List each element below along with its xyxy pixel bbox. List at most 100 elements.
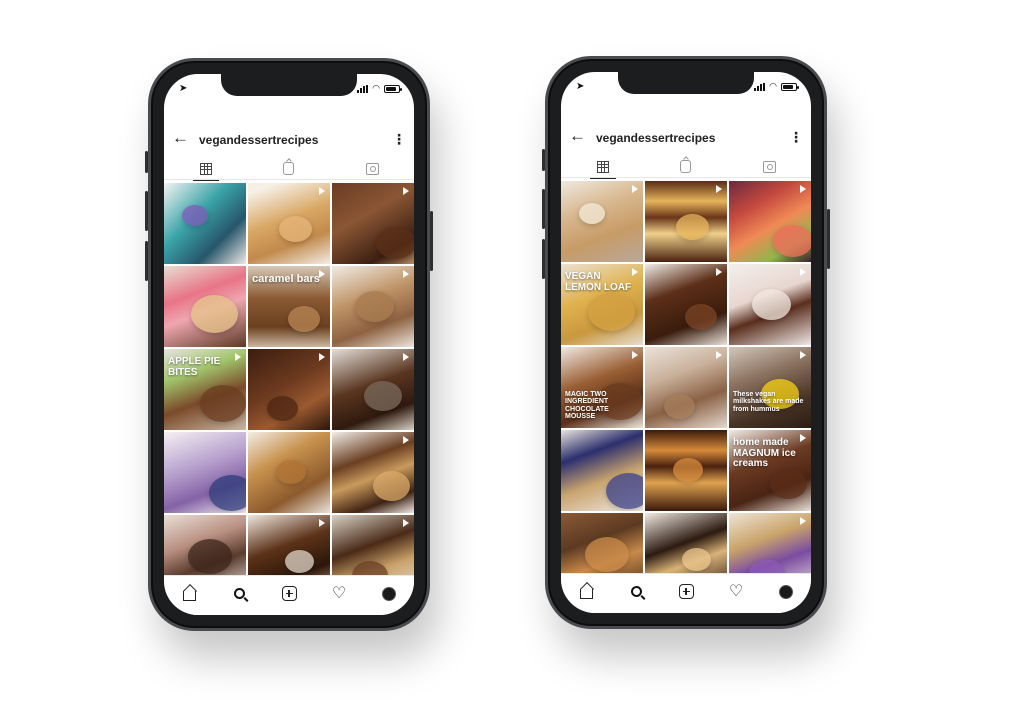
video-play-icon bbox=[319, 270, 325, 278]
video-play-icon bbox=[319, 353, 325, 361]
cellular-signal-icon bbox=[754, 82, 766, 91]
post-thumbnail[interactable]: VEGAN LEMON LOAF bbox=[561, 264, 643, 345]
battery-icon bbox=[384, 84, 402, 93]
more-vertical-icon[interactable]: ⋮ bbox=[392, 130, 406, 148]
video-play-icon bbox=[800, 268, 806, 276]
video-play-icon bbox=[800, 351, 806, 359]
tab-grid[interactable] bbox=[191, 159, 221, 181]
post-thumbnail[interactable]: These vegan milkshakes are made from hum… bbox=[729, 347, 811, 428]
post-thumbnail[interactable] bbox=[645, 181, 727, 262]
wifi-icon: ◠ bbox=[372, 83, 380, 93]
post-image-subject bbox=[267, 396, 298, 421]
phone-volume-up bbox=[145, 191, 148, 231]
post-image-subject bbox=[191, 295, 238, 333]
post-thumbnail[interactable] bbox=[164, 266, 246, 347]
post-thumbnail[interactable] bbox=[332, 432, 414, 513]
phone-mute-switch bbox=[145, 151, 148, 173]
post-image-subject bbox=[770, 469, 807, 499]
tagged-icon bbox=[365, 162, 379, 175]
nav-profile[interactable] bbox=[377, 582, 401, 606]
home-icon bbox=[182, 591, 196, 601]
post-thumbnail[interactable] bbox=[164, 432, 246, 513]
profile-tabs bbox=[561, 156, 811, 179]
post-thumbnail[interactable] bbox=[561, 430, 643, 511]
nav-activity[interactable]: ♡ bbox=[327, 582, 351, 606]
grid-icon bbox=[596, 160, 609, 173]
post-overlay-text: caramel bars bbox=[252, 273, 320, 285]
tab-igtv[interactable] bbox=[671, 157, 701, 177]
nav-activity[interactable]: ♡ bbox=[724, 580, 748, 604]
tagged-icon bbox=[762, 160, 776, 173]
video-play-icon bbox=[403, 270, 409, 278]
post-thumbnail[interactable] bbox=[332, 183, 414, 264]
tab-tagged[interactable] bbox=[357, 159, 387, 179]
video-play-icon bbox=[235, 353, 241, 361]
more-vertical-icon[interactable]: ⋮ bbox=[789, 128, 803, 146]
battery-icon bbox=[781, 82, 799, 91]
post-image-subject bbox=[676, 214, 709, 240]
post-image-subject bbox=[285, 550, 314, 573]
post-thumbnail[interactable] bbox=[248, 432, 330, 513]
arrow-left-icon[interactable]: ← bbox=[569, 126, 586, 146]
post-image-subject bbox=[752, 289, 791, 320]
add-post-icon bbox=[281, 586, 297, 601]
phone-notch bbox=[221, 74, 357, 96]
post-image-subject bbox=[209, 475, 246, 511]
post-thumbnail[interactable] bbox=[561, 181, 643, 262]
post-thumbnail[interactable] bbox=[332, 349, 414, 430]
post-image-subject bbox=[579, 203, 605, 224]
bottom-nav: ♡ bbox=[164, 575, 414, 615]
post-thumbnail[interactable] bbox=[248, 183, 330, 264]
nav-search[interactable] bbox=[227, 582, 251, 606]
post-image-subject bbox=[200, 385, 246, 422]
home-icon bbox=[579, 589, 593, 599]
video-play-icon bbox=[319, 519, 325, 527]
igtv-icon bbox=[680, 160, 692, 173]
post-thumbnail[interactable]: home made MAGNUM ice creams bbox=[729, 430, 811, 511]
post-thumbnail[interactable] bbox=[645, 430, 727, 511]
nav-home[interactable] bbox=[177, 582, 201, 606]
video-play-icon bbox=[800, 517, 806, 525]
post-thumbnail[interactable]: APPLE PIE BITES bbox=[164, 349, 246, 430]
video-play-icon bbox=[632, 351, 638, 359]
post-thumbnail[interactable]: caramel bars bbox=[248, 266, 330, 347]
post-thumbnail[interactable] bbox=[729, 181, 811, 262]
post-thumbnail[interactable] bbox=[164, 183, 246, 264]
search-icon bbox=[233, 588, 245, 599]
cellular-signal-icon bbox=[357, 84, 369, 93]
nav-profile[interactable] bbox=[774, 580, 798, 604]
tab-tagged[interactable] bbox=[754, 157, 784, 177]
post-image-subject bbox=[376, 227, 414, 259]
post-image-subject bbox=[685, 304, 717, 330]
post-overlay-text: MAGIC TWO INGREDIENT CHOCOLATE MOUSSE bbox=[565, 391, 609, 421]
post-thumbnail[interactable] bbox=[645, 264, 727, 345]
post-thumbnail[interactable] bbox=[248, 349, 330, 430]
tab-grid[interactable] bbox=[588, 157, 618, 179]
video-play-icon bbox=[800, 185, 806, 193]
post-image-subject bbox=[606, 473, 643, 509]
nav-home[interactable] bbox=[574, 580, 598, 604]
post-overlay-text: home made MAGNUM ice creams bbox=[733, 437, 796, 469]
post-image-subject bbox=[279, 216, 312, 242]
phone-mockup-right: ➤ ◠ ← vegandessertrecipes ⋮ VEGAN LEMON … bbox=[542, 56, 830, 629]
post-image-subject bbox=[773, 225, 811, 257]
post-thumbnail[interactable] bbox=[729, 264, 811, 345]
video-play-icon bbox=[800, 434, 806, 442]
arrow-left-icon[interactable]: ← bbox=[172, 128, 189, 148]
post-thumbnail[interactable] bbox=[645, 347, 727, 428]
phone-mute-switch bbox=[542, 149, 545, 171]
nav-add-post[interactable] bbox=[277, 582, 301, 606]
nav-add-post[interactable] bbox=[674, 580, 698, 604]
post-image-subject bbox=[364, 381, 402, 411]
post-image-subject bbox=[188, 539, 232, 574]
phone-volume-down bbox=[145, 241, 148, 281]
video-play-icon bbox=[403, 187, 409, 195]
video-play-icon bbox=[716, 351, 722, 359]
post-thumbnail[interactable]: MAGIC TWO INGREDIENT CHOCOLATE MOUSSE bbox=[561, 347, 643, 428]
search-icon bbox=[630, 586, 642, 597]
tab-igtv[interactable] bbox=[274, 159, 304, 179]
bottom-nav: ♡ bbox=[561, 573, 811, 613]
profile-header: ← vegandessertrecipes ⋮ bbox=[164, 128, 414, 152]
post-thumbnail[interactable] bbox=[332, 266, 414, 347]
nav-search[interactable] bbox=[624, 580, 648, 604]
